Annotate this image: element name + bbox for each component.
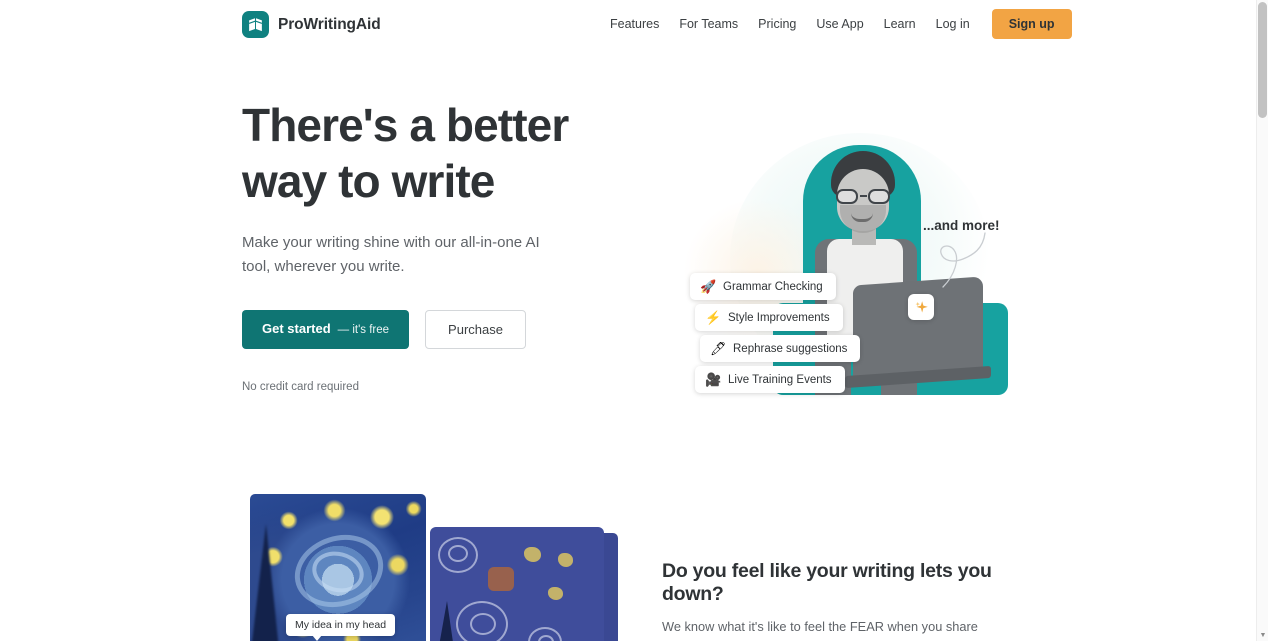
brand-logo-link[interactable]: ProWritingAid bbox=[242, 11, 381, 38]
feature-chip-grammar-checking: 🚀 Grammar Checking bbox=[690, 273, 836, 300]
nav-item-use-app[interactable]: Use App bbox=[806, 12, 873, 37]
sign-up-button[interactable]: Sign up bbox=[991, 8, 1072, 40]
flat-cypress-tree bbox=[436, 601, 456, 641]
get-started-label: Get started bbox=[262, 321, 331, 337]
hero-section: There's a better way to write Make your … bbox=[0, 48, 1256, 478]
magic-wand-icon: 🖊 bbox=[710, 341, 727, 356]
feature-chip-label: Rephrase suggestions bbox=[733, 342, 848, 355]
lower-copy: Do you feel like your writing lets you d… bbox=[662, 560, 1022, 641]
lower-section-title: Do you feel like your writing lets you d… bbox=[662, 560, 992, 605]
feature-chip-live-training-events: 🎥 Live Training Events bbox=[695, 366, 845, 393]
feature-chip-label: Live Training Events bbox=[728, 373, 832, 386]
open-book-icon bbox=[242, 11, 269, 38]
feature-chip-label: Grammar Checking bbox=[723, 280, 823, 293]
eyeglasses-icon bbox=[835, 189, 891, 204]
purchase-button[interactable]: Purchase bbox=[425, 309, 526, 349]
feature-chip-label: Style Improvements bbox=[728, 311, 830, 324]
lightning-bolt-icon: ⚡ bbox=[705, 310, 722, 325]
cypress-tree bbox=[250, 524, 280, 641]
hero-cta-group: Get started — it's free Purchase bbox=[242, 309, 642, 349]
site-header: ProWritingAid Features For Teams Pricing… bbox=[0, 0, 1256, 48]
main-navigation: Features For Teams Pricing Use App Learn… bbox=[600, 0, 1072, 48]
get-started-button[interactable]: Get started — it's free bbox=[242, 310, 410, 349]
nav-item-learn[interactable]: Learn bbox=[874, 12, 926, 37]
flat-starry-night-panel bbox=[430, 527, 604, 641]
hero-illustration: 🚀 Grammar Checking ⚡ Style Improvements … bbox=[655, 103, 1015, 443]
feature-chip-rephrase-suggestions: 🖊 Rephrase suggestions bbox=[700, 335, 861, 362]
hero-copy: There's a better way to write Make your … bbox=[242, 98, 642, 393]
get-started-free-note: — it's free bbox=[337, 324, 390, 337]
nav-item-features[interactable]: Features bbox=[600, 12, 669, 37]
hero-title: There's a better way to write bbox=[242, 99, 569, 207]
scrollbar-thumb[interactable] bbox=[1258, 2, 1267, 118]
starry-night-artwork: My idea in my head bbox=[242, 494, 622, 641]
no-credit-card-note: No credit card required bbox=[242, 380, 359, 393]
scroll-down-arrow[interactable]: ▼ bbox=[1257, 629, 1268, 641]
video-camera-icon: 🎥 bbox=[705, 372, 722, 387]
balloon-doodle-icon bbox=[940, 232, 986, 288]
and-more-label: ...and more! bbox=[923, 218, 1000, 233]
rocket-icon: 🚀 bbox=[700, 279, 717, 294]
nav-item-log-in[interactable]: Log in bbox=[926, 12, 980, 37]
nav-item-pricing[interactable]: Pricing bbox=[748, 12, 806, 37]
lower-section-body: We know what it's like to feel the FEAR … bbox=[662, 619, 996, 641]
hero-subtitle: Make your writing shine with our all-in-… bbox=[242, 234, 540, 275]
adjacent-panel-edge bbox=[604, 533, 618, 641]
brand-name: ProWritingAid bbox=[278, 15, 381, 33]
page-scrollbar[interactable]: ▲ ▼ bbox=[1256, 0, 1268, 641]
flat-sun-shape bbox=[488, 567, 514, 591]
page-root: ProWritingAid Features For Teams Pricing… bbox=[0, 0, 1268, 641]
feature-chip-style-improvements: ⚡ Style Improvements bbox=[695, 304, 843, 331]
nav-item-for-teams[interactable]: For Teams bbox=[669, 12, 748, 37]
idea-caption-bubble: My idea in my head bbox=[286, 614, 396, 641]
